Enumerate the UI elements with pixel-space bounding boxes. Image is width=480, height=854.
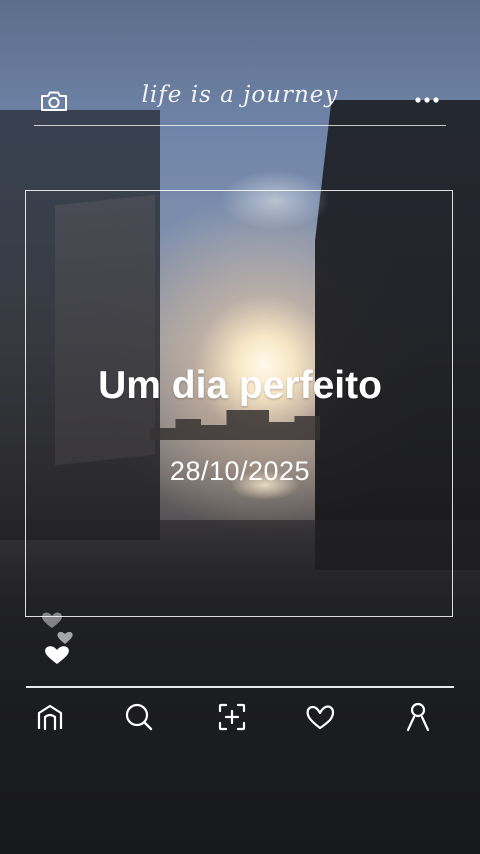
more-options-icon[interactable]	[414, 96, 440, 104]
nav-home[interactable]	[32, 700, 68, 734]
home-icon	[37, 704, 63, 731]
nav-profile[interactable]	[400, 700, 436, 734]
post-headline: Um dia perfeito	[98, 364, 382, 407]
bottom-nav	[0, 700, 480, 736]
search-icon	[125, 703, 153, 731]
nav-search[interactable]	[121, 700, 157, 734]
post-date: 28/10/2025	[169, 456, 311, 486]
top-bar: life is a journey	[0, 78, 480, 126]
nav-add-post[interactable]	[214, 700, 250, 734]
app-screen: life is a journey Um dia perfeito 28/10/…	[0, 0, 480, 854]
profile-icon	[406, 702, 430, 732]
nav-divider	[26, 686, 454, 688]
add-post-icon	[218, 703, 246, 731]
nav-activity[interactable]	[302, 700, 338, 734]
heart-icon	[306, 705, 335, 730]
app-title: life is a journey	[141, 82, 339, 108]
hearts-icon[interactable]	[38, 610, 80, 668]
header-divider	[34, 125, 446, 126]
